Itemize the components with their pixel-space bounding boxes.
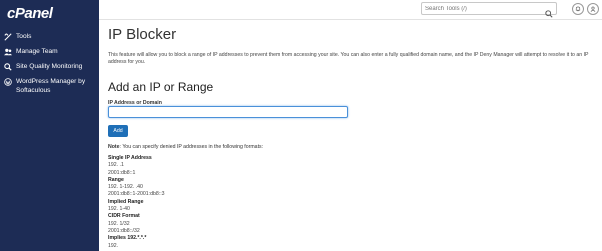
format-example: 192. 1-40: [108, 206, 130, 213]
monitor-icon: [3, 62, 13, 71]
format-example: 192. 1/32: [108, 220, 130, 227]
sidebar-item-label: Tools: [16, 33, 32, 40]
format-example: 2001:db8::1: [108, 169, 136, 176]
search-box: [421, 2, 557, 18]
sidebar-item-wordpress-manager[interactable]: WordPress Manager by Softaculous: [3, 77, 97, 95]
format-heading: Implied Range: [108, 198, 144, 205]
wordpress-icon: [3, 77, 13, 86]
user-icon[interactable]: [587, 3, 599, 15]
sidebar-item-manage-team[interactable]: Manage Team: [3, 47, 97, 56]
section-title: Add an IP or Range: [108, 80, 214, 94]
formats-note: Note: You can specify denied IP addresse…: [108, 144, 263, 150]
team-icon: [3, 47, 13, 56]
formats-list: Single IP Address 192. .1 2001:db8::1 Ra…: [108, 155, 408, 250]
add-button[interactable]: Add: [108, 125, 128, 137]
format-heading: CIDR Format: [108, 213, 140, 220]
sidebar-item-label: Site Quality Monitoring: [16, 63, 83, 70]
sidebar-item-label: Manage Team: [16, 48, 58, 55]
format-heading: Implies 192.*.*.*: [108, 235, 147, 242]
format-block: CIDR Format 192. 1/32 2001:db8::/32: [108, 213, 408, 235]
note-label: Note: [108, 144, 120, 150]
format-block: Implies 192.*.*.* 192.: [108, 235, 408, 250]
page-description: This feature will allow you to block a r…: [108, 52, 589, 65]
format-example: 192.: [108, 242, 119, 249]
page-title: IP Blocker: [108, 26, 177, 43]
tools-icon: [3, 32, 13, 41]
ip-address-input[interactable]: [108, 106, 348, 118]
format-example: 2001:db8::/32: [108, 227, 140, 234]
format-heading: Single IP Address: [108, 155, 152, 161]
format-heading: Range: [108, 176, 124, 183]
bell-icon[interactable]: [572, 3, 584, 15]
sidebar-item-label: WordPress Manager by Softaculous: [16, 78, 86, 94]
format-example: 192. .1: [108, 162, 124, 169]
sidebar-item-tools[interactable]: Tools: [3, 32, 97, 41]
note-text: : You can specify denied IP addresses in…: [119, 144, 264, 150]
search-input[interactable]: [422, 3, 543, 14]
sidebar-item-site-quality-monitoring[interactable]: Site Quality Monitoring: [3, 62, 97, 71]
cpanel-logo[interactable]: cPanel: [7, 5, 53, 22]
format-block: Range 192. 1-192. .40 2001:db8::1-2001:d…: [108, 177, 408, 199]
format-example: 2001:db8::1-2001:db8::3: [108, 191, 165, 198]
search-icon[interactable]: [545, 5, 553, 18]
format-example: 192. 1-192. .40: [108, 184, 143, 191]
sidebar: cPanel Tools Manage Team Site Quality Mo…: [0, 0, 99, 251]
top-bar: [99, 0, 602, 20]
format-block: Implied Range 192. 1-40: [108, 199, 408, 214]
format-block: Single IP Address 192. .1 2001:db8::1: [108, 155, 408, 177]
